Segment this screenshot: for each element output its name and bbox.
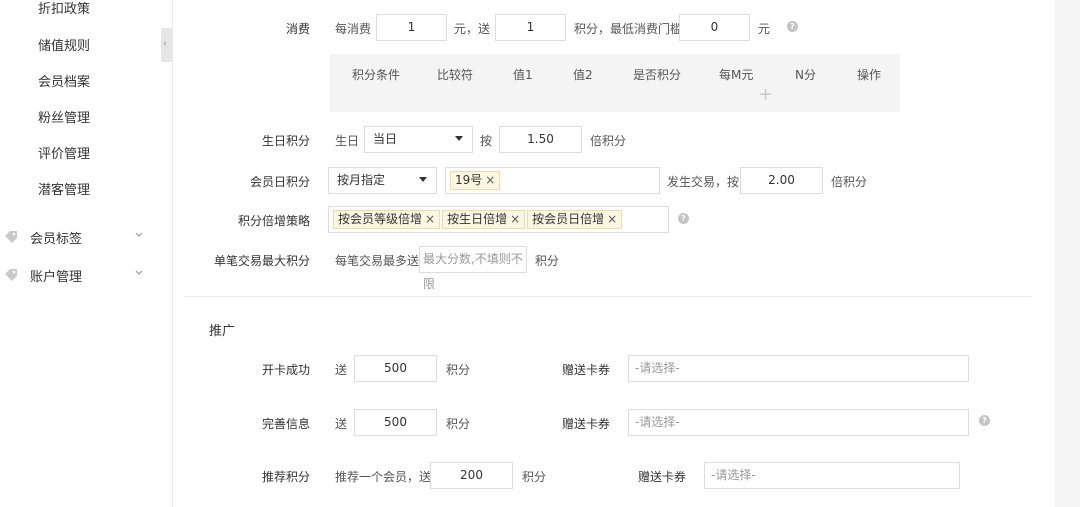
- member-day-multiplier-input[interactable]: 2.00: [740, 167, 823, 194]
- member-day-select[interactable]: 按月指定: [328, 167, 437, 194]
- help-icon[interactable]: ?: [787, 21, 798, 32]
- promo-row-label: 推荐积分: [261, 470, 310, 484]
- birthday-prefix: 生日: [335, 134, 360, 148]
- points-settings-panel: 消费 每消费 1 元，送 1 积分，最低消费门槛 0 元 ? 积分条件 比较符 …: [172, 0, 1055, 507]
- section-divider: [185, 296, 1031, 297]
- promo-row-prefix: 送: [335, 363, 348, 377]
- open-card-coupon-select[interactable]: -请选择-: [628, 355, 969, 382]
- complete-info-points-input[interactable]: 500: [354, 409, 437, 436]
- table-header: 每M元: [719, 68, 754, 82]
- caret-down-icon: [419, 177, 427, 182]
- tag-label: 按会员日倍增: [532, 212, 605, 226]
- referral-points-input[interactable]: 200: [430, 462, 513, 489]
- sidebar-collapse-handle[interactable]: ‹: [161, 28, 172, 62]
- birthday-multiplier-input[interactable]: 1.50: [499, 126, 582, 153]
- selected-tag: 按生日倍增 ×: [442, 210, 526, 229]
- remove-tag-icon[interactable]: ×: [510, 212, 520, 226]
- consume-label: 消费: [285, 22, 310, 36]
- promo-row-prefix: 推荐一个会员，送: [335, 470, 432, 484]
- tag-icon: [5, 269, 17, 281]
- selected-tag: 按会员日倍增 ×: [527, 210, 623, 229]
- promo-row-suffix: 积分: [446, 363, 471, 377]
- points-rule-table: 积分条件 比较符 值1 值2 是否积分 每M元 N分 操作 +: [330, 54, 900, 112]
- max-points-label: 单笔交易最大积分: [213, 254, 310, 268]
- multiplier-strategy-label: 积分倍增策略: [237, 214, 310, 228]
- max-points-prefix: 每笔交易最多送: [335, 254, 420, 268]
- tag-label: 按会员等级倍增: [338, 212, 423, 226]
- consume-points-input[interactable]: 1: [495, 14, 566, 41]
- chevron-left-icon: ‹: [163, 39, 167, 49]
- table-header: 值1: [513, 68, 533, 82]
- sidebar-item-fan-management[interactable]: 粉丝管理: [38, 107, 90, 126]
- sidebar-group-member-tags[interactable]: 会员标签: [0, 226, 172, 250]
- coupon-label: 赠送卡券: [561, 363, 610, 377]
- tag-icon: [5, 231, 17, 243]
- table-header: 操作: [857, 68, 882, 82]
- max-points-suffix: 积分: [535, 254, 560, 268]
- table-header: 积分条件: [352, 68, 401, 82]
- table-header: N分: [795, 68, 816, 82]
- tag-label: 按生日倍增: [447, 212, 508, 226]
- member-day-mid: 发生交易，按: [667, 175, 740, 189]
- birthday-select[interactable]: 当日: [364, 126, 473, 153]
- multiplier-strategy-tag-input[interactable]: 按会员等级倍增 × 按生日倍增 × 按会员日倍增 ×: [328, 206, 669, 233]
- promo-row-label: 开卡成功: [261, 363, 310, 377]
- member-day-suffix: 倍积分: [831, 175, 868, 189]
- sidebar-item-stored-value-rules[interactable]: 储值规则: [38, 35, 90, 54]
- remove-tag-icon[interactable]: ×: [485, 173, 495, 187]
- sidebar: 折扣政策 储值规则 会员档案 粉丝管理 评价管理 潜客管理 会员标签 账户管理 …: [0, 0, 172, 507]
- tag-label: 19号: [455, 173, 483, 187]
- selected-tag: 19号 ×: [450, 171, 501, 190]
- table-header: 比较符: [437, 68, 474, 82]
- promotion-section-title: 推广: [209, 324, 236, 339]
- consume-unit: 元: [758, 22, 771, 36]
- help-icon[interactable]: ?: [678, 213, 689, 224]
- remove-tag-icon[interactable]: ×: [607, 212, 617, 226]
- sidebar-item-prospect-management[interactable]: 潜客管理: [38, 179, 90, 198]
- member-day-tag-input[interactable]: 19号 ×: [445, 167, 660, 194]
- promo-row-prefix: 送: [335, 417, 348, 431]
- sidebar-item-review-management[interactable]: 评价管理: [38, 143, 90, 162]
- sidebar-group-label: 会员标签: [30, 232, 83, 247]
- sidebar-group-account-management[interactable]: 账户管理: [0, 264, 172, 288]
- max-points-input[interactable]: 最大分数,不填则不限: [419, 246, 527, 291]
- add-rule-button[interactable]: +: [758, 86, 773, 104]
- birthday-suffix: 倍积分: [590, 134, 627, 148]
- sidebar-group-label: 账户管理: [30, 270, 83, 285]
- consume-threshold-input[interactable]: 0: [679, 14, 750, 41]
- promo-row-suffix: 积分: [522, 470, 547, 484]
- sidebar-item-member-profiles[interactable]: 会员档案: [38, 71, 90, 90]
- selected-tag: 按会员等级倍增 ×: [333, 210, 441, 229]
- table-header: 是否积分: [633, 68, 682, 82]
- table-header: 值2: [573, 68, 593, 82]
- promo-row-label: 完善信息: [261, 417, 310, 431]
- member-day-points-label: 会员日积分: [249, 175, 310, 189]
- consume-amount-input[interactable]: 1: [376, 14, 447, 41]
- chevron-down-icon: [135, 232, 143, 237]
- caret-down-icon: [455, 136, 463, 141]
- birthday-select-value: 当日: [373, 132, 398, 146]
- complete-info-coupon-select[interactable]: -请选择-: [628, 409, 969, 436]
- help-icon[interactable]: ?: [979, 415, 990, 426]
- birthday-mid: 按: [480, 134, 493, 148]
- chevron-down-icon: [135, 270, 143, 275]
- consume-mid2-text: 积分，最低消费门槛: [574, 22, 683, 36]
- promo-row-suffix: 积分: [446, 417, 471, 431]
- coupon-label: 赠送卡券: [637, 470, 686, 484]
- open-card-points-input[interactable]: 500: [354, 355, 437, 382]
- referral-coupon-select[interactable]: -请选择-: [704, 462, 960, 489]
- sidebar-item-discount-policy[interactable]: 折扣政策: [38, 0, 90, 17]
- remove-tag-icon[interactable]: ×: [425, 212, 435, 226]
- coupon-label: 赠送卡券: [561, 417, 610, 431]
- consume-mid-text: 元，送: [454, 22, 491, 36]
- member-day-select-value: 按月指定: [337, 173, 386, 187]
- scrollbar-track[interactable]: [1055, 0, 1080, 507]
- consume-prefix: 每消费: [335, 22, 372, 36]
- birthday-points-label: 生日积分: [261, 134, 310, 148]
